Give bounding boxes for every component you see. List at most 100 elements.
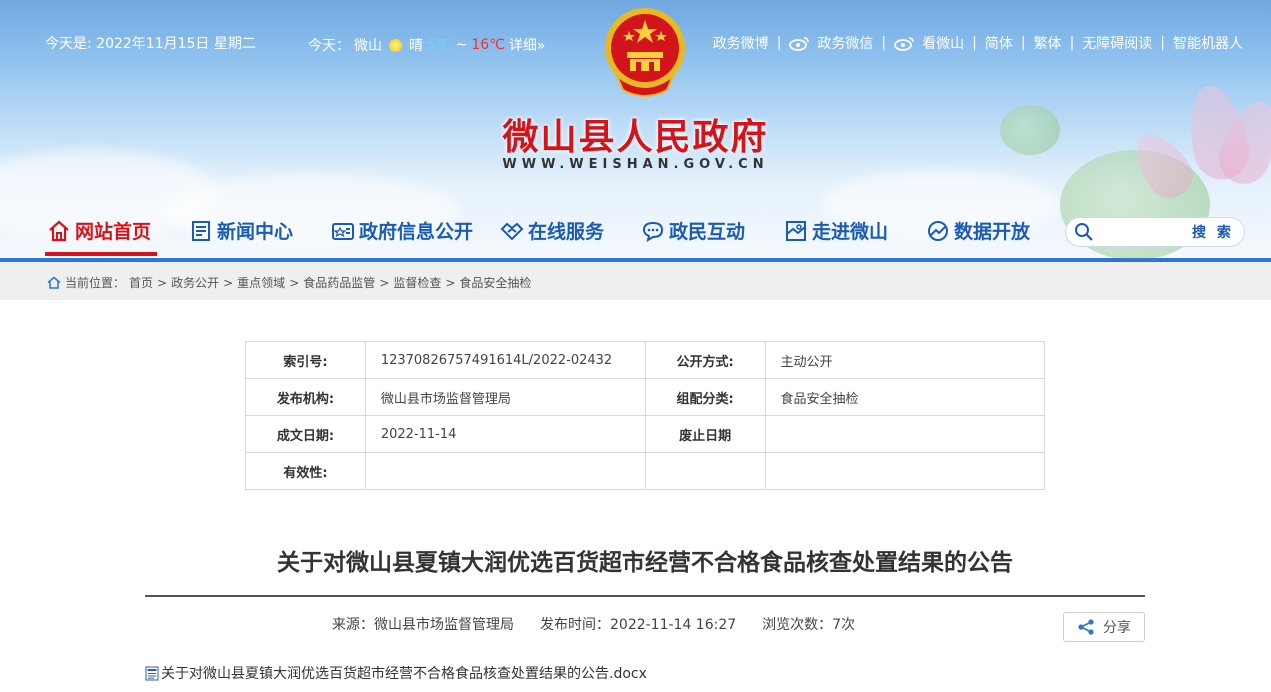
separator: | [1069, 35, 1075, 51]
top-link-robot[interactable]: 智能机器人 [1173, 33, 1243, 53]
breadcrumb: 当前位置： 首页 > 政务公开 > 重点领域 > 食品药品监管 > 监督检查 >… [47, 274, 531, 291]
handshake-icon [500, 222, 524, 240]
share-button[interactable]: 分享 [1063, 612, 1145, 642]
date-label: 成文日期: [245, 415, 366, 453]
breadcrumb-item-inspection[interactable]: 监督检查 [393, 274, 441, 291]
index-value: 12370826757491614L/2022-02432 [364, 341, 646, 379]
breadcrumb-separator: > [289, 275, 300, 290]
expire-value [764, 415, 1046, 453]
search-button[interactable]: 搜 索 [1192, 222, 1234, 242]
breadcrumb-item-food-drug[interactable]: 食品药品监管 [303, 274, 375, 291]
home-icon [49, 220, 69, 241]
site-domain: WWW.WEISHAN.GOV.CN [502, 157, 769, 172]
main-nav: 网站首页 新闻中心 政府信息公开 在线服务 政民互动 走进微山 数据开放 搜 索 [0, 205, 1271, 258]
expire-label: 废止日期 [644, 415, 766, 453]
nav-label: 在线服务 [528, 221, 605, 243]
weibo-icon [789, 37, 810, 51]
document-meta-table: 索引号: 12370826757491614L/2022-02432 公开方式:… [245, 341, 1046, 490]
empty-cell [764, 452, 1046, 490]
top-link-simplified[interactable]: 简体 [985, 33, 1013, 53]
category-label: 组配分类: [644, 378, 766, 416]
top-link-accessibility[interactable]: 无障碍阅读 [1082, 33, 1152, 53]
share-label: 分享 [1103, 620, 1131, 636]
search-box: 搜 索 [1065, 217, 1245, 247]
table-row: 有效性: [245, 452, 1046, 490]
date-value: 2022-11-14 [364, 415, 646, 453]
index-label: 索引号: [245, 341, 366, 379]
top-links: 政务微博 | 政务微信 | 看微山 | 简体 | 繁体 | 无障碍阅读 | 智能… [713, 33, 1243, 53]
nav-online-service[interactable]: 在线服务 [500, 217, 604, 244]
site-title: 微山县人民政府 [502, 117, 769, 158]
news-icon [192, 220, 210, 241]
word-document-icon [145, 666, 159, 680]
weather-detail-link[interactable]: 详细» [509, 35, 546, 55]
search-icon [1075, 223, 1093, 241]
top-link-kanweishan[interactable]: 看微山 [922, 33, 964, 53]
weather-city: 微山 [354, 38, 382, 54]
nav-home[interactable]: 网站首页 [47, 217, 151, 244]
table-row: 索引号: 12370826757491614L/2022-02432 公开方式:… [245, 341, 1046, 379]
attachment-name: 关于对微山县夏镇大润优选百货超市经营不合格食品核查处置结果的公告.docx [161, 666, 647, 682]
breadcrumb-separator: > [445, 275, 456, 290]
nav-info-disclosure[interactable]: 政府信息公开 [331, 217, 473, 244]
nav-open-data[interactable]: 数据开放 [926, 217, 1030, 244]
separator: | [972, 35, 977, 51]
article-info: 来源：微山县市场监督管理局 发布时间：2022-11-14 16:27 浏览次数… [332, 614, 855, 634]
info-card-icon [332, 222, 354, 240]
breadcrumb-bar: 当前位置： 首页 > 政务公开 > 重点领域 > 食品药品监管 > 监督检查 >… [0, 258, 1271, 300]
breadcrumb-prefix: 当前位置： [65, 276, 126, 290]
separator: | [776, 35, 782, 51]
weather-tilde: ~ [455, 37, 468, 53]
article-views: 浏览次数：7次 [762, 617, 856, 633]
weather-prefix: 今天： [308, 38, 350, 54]
nav-label: 走进微山 [812, 221, 889, 243]
nav-label: 数据开放 [954, 221, 1031, 243]
weather-high: 16℃ [471, 37, 505, 53]
attachment-link[interactable]: 关于对微山县夏镇大润优选百货超市经营不合格食品核查处置结果的公告.docx [145, 663, 647, 683]
weather-low: 5℃ [427, 37, 452, 53]
national-emblem-icon [605, 8, 685, 97]
separator: | [1160, 35, 1165, 51]
empty-cell [644, 452, 766, 490]
org-value: 微山县市场监督管理局 [364, 378, 646, 416]
breadcrumb-item-food-sampling[interactable]: 食品安全抽检 [459, 274, 531, 291]
date-text: 今天是: 2022年11月15日 星期二 [45, 36, 256, 52]
nav-news[interactable]: 新闻中心 [189, 217, 293, 244]
share-icon [1078, 619, 1094, 635]
chat-bubble-icon [642, 221, 664, 242]
weather-condition: 晴 [409, 38, 423, 54]
breadcrumb-item-gov-open[interactable]: 政务公开 [171, 274, 219, 291]
breadcrumb-separator: > [223, 275, 234, 290]
nav-active-indicator [45, 252, 157, 256]
breadcrumb-separator: > [157, 275, 168, 290]
category-value: 食品安全抽检 [764, 378, 1046, 416]
open-method-label: 公开方式: [644, 341, 766, 379]
table-row: 成文日期: 2022-11-14 废止日期 [245, 415, 1046, 453]
open-method-value: 主动公开 [764, 341, 1046, 379]
org-label: 发布机构: [245, 378, 366, 416]
header-banner: 今天是: 2022年11月15日 星期二 今天： 微山 晴 5℃ ~ 16℃ 详… [0, 0, 1271, 258]
home-icon [47, 276, 61, 289]
article-publish-time: 发布时间：2022-11-14 16:27 [540, 617, 737, 633]
breadcrumb-separator: > [379, 275, 390, 290]
breadcrumb-item-home[interactable]: 首页 [129, 274, 153, 291]
nav-label: 政府信息公开 [359, 221, 474, 243]
weibo-icon [894, 37, 914, 51]
search-input[interactable] [1100, 224, 1188, 240]
separator: | [1020, 35, 1026, 51]
breadcrumb-item-key-areas[interactable]: 重点领域 [237, 274, 285, 291]
map-icon [786, 220, 806, 241]
separator: | [881, 35, 887, 51]
nav-label: 政民互动 [669, 221, 746, 243]
top-link-traditional[interactable]: 繁体 [1034, 33, 1062, 53]
nav-label: 网站首页 [75, 221, 152, 243]
table-row: 发布机构: 微山县市场监督管理局 组配分类: 食品安全抽检 [245, 378, 1046, 416]
article-title: 关于对微山县夏镇大润优选百货超市经营不合格食品核查处置结果的公告 [277, 550, 1013, 576]
article-source: 来源：微山县市场监督管理局 [332, 617, 514, 633]
top-link-weibo[interactable]: 政务微博 [713, 33, 769, 53]
top-link-wechat[interactable]: 政务微信 [817, 33, 873, 53]
validity-label: 有效性: [245, 452, 366, 490]
nav-interaction[interactable]: 政民互动 [641, 217, 745, 244]
title-divider [145, 595, 1145, 597]
nav-about-weishan[interactable]: 走进微山 [784, 217, 888, 244]
